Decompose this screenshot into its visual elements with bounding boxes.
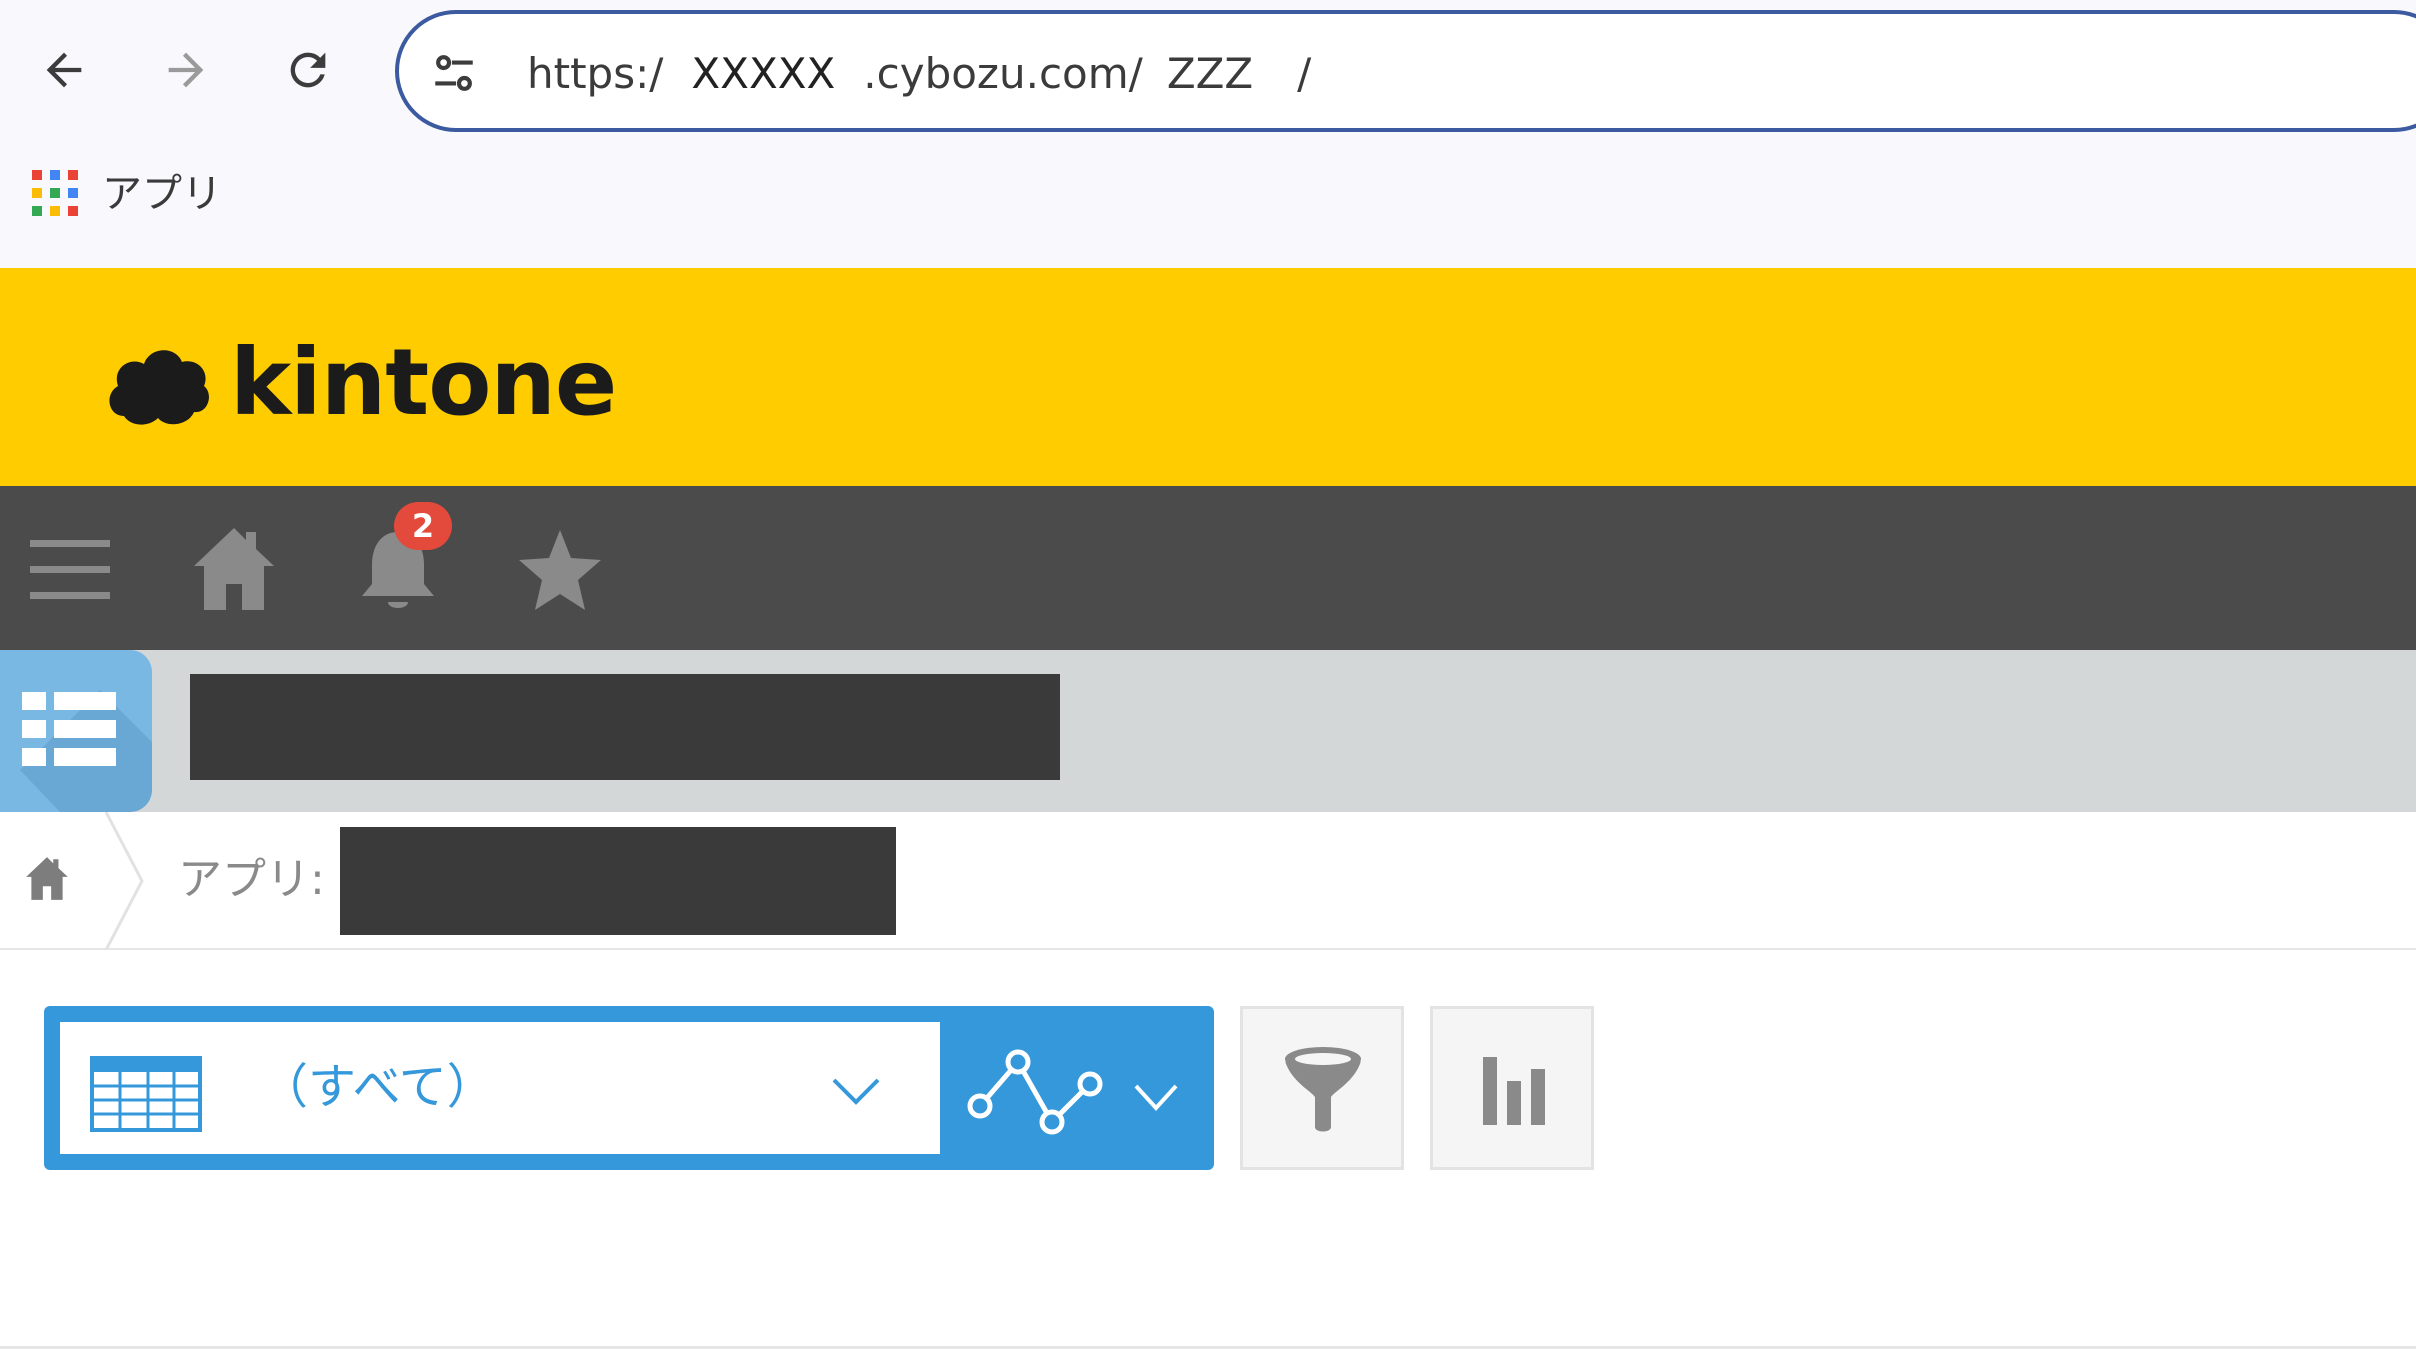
brand-name: kintone [230, 329, 617, 436]
table-view-icon [90, 1056, 202, 1132]
app-list-icon[interactable] [0, 650, 152, 812]
url-text[interactable]: https:/ XXXXX .cybozu.com/ZZZ / [527, 42, 1311, 106]
chevron-down-icon [832, 1078, 880, 1105]
cloud-logo-icon [109, 350, 209, 425]
star-icon[interactable] [512, 522, 608, 618]
graph-select-button[interactable] [924, 1006, 1214, 1170]
view-select-dropdown[interactable]: （すべて） [60, 1022, 940, 1154]
kintone-header: kintone [0, 268, 2416, 486]
browser-toolbar: https:/ XXXXX .cybozu.com/ZZZ / アプリ [0, 0, 2416, 268]
forward-arrow-icon [168, 52, 204, 88]
breadcrumb-home-icon[interactable] [22, 854, 72, 904]
selected-view-label: （すべて） [260, 1059, 495, 1115]
app-title-band [0, 650, 2416, 812]
url-host: XXXXX [691, 49, 836, 98]
url-scheme: https:/ [527, 49, 664, 98]
funnel-icon [1285, 1047, 1361, 1132]
url-path: ZZZ [1148, 42, 1272, 106]
forward-button[interactable] [146, 30, 226, 110]
bar-chart-icon [1483, 1057, 1545, 1125]
breadcrumb-app-name-redacted[interactable] [340, 827, 896, 935]
back-button[interactable] [24, 30, 104, 110]
breadcrumb-separator [104, 812, 144, 950]
breadcrumb-app-label: アプリ: [178, 854, 325, 905]
site-settings-icon[interactable] [429, 48, 479, 98]
graph-chevron-down-icon [1134, 1084, 1178, 1111]
reload-button[interactable] [268, 30, 348, 110]
global-nav: 2 [0, 486, 2416, 650]
view-selector-group: （すべて） [44, 1006, 1214, 1170]
menu-icon[interactable] [22, 522, 118, 618]
address-bar[interactable]: https:/ XXXXX .cybozu.com/ZZZ / [395, 10, 2416, 132]
url-domain: .cybozu.com/ [863, 49, 1143, 98]
graph-chart-button[interactable] [1430, 1006, 1594, 1170]
line-graph-icon [967, 1049, 1103, 1135]
notification-badge: 2 [394, 502, 452, 550]
kintone-logo[interactable]: kintone [106, 328, 617, 438]
filter-button[interactable] [1240, 1006, 1404, 1170]
url-tail: / [1297, 49, 1312, 98]
apps-grid-icon[interactable] [32, 170, 78, 216]
list-icon [20, 690, 152, 812]
home-icon[interactable] [186, 522, 282, 618]
breadcrumb: アプリ: [0, 812, 2416, 950]
reload-icon [290, 52, 326, 88]
bookmark-apps-label[interactable]: アプリ [102, 168, 222, 220]
back-arrow-icon [46, 52, 82, 88]
app-title-redacted [190, 674, 1060, 780]
